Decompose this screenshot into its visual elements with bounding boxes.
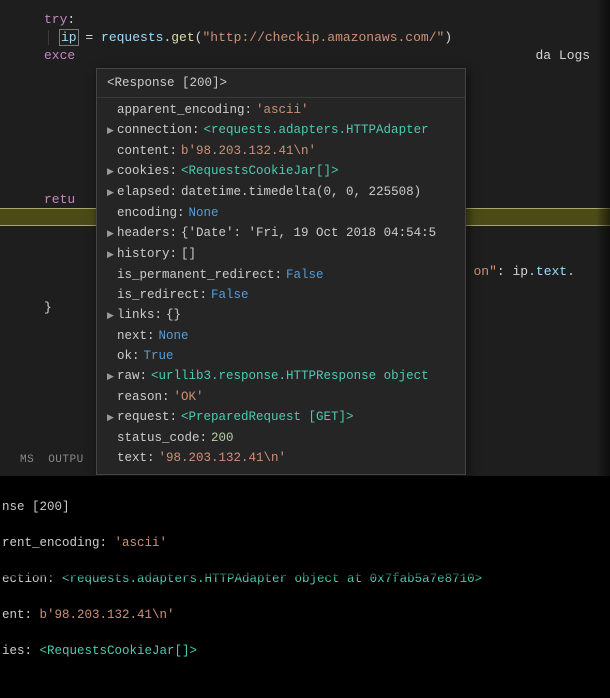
string-url: "http://checkip.amazonaws.com/" bbox=[202, 30, 444, 45]
property-value: False bbox=[211, 285, 249, 305]
text-fragment: .text. bbox=[528, 264, 575, 279]
console-line: ent: b'98.203.132.41\n' bbox=[2, 606, 610, 624]
property-value: True bbox=[144, 346, 174, 366]
hover-property-row: text: '98.203.132.41\n' bbox=[97, 448, 465, 468]
property-value: b'98.203.132.41\n' bbox=[181, 141, 316, 161]
property-name: history bbox=[117, 244, 170, 264]
console-line: nse [200] bbox=[2, 498, 610, 516]
debug-hover-tooltip[interactable]: <Response [200]> apparent_encoding: 'asc… bbox=[96, 68, 466, 475]
panel-tabs[interactable]: MS OUTPU bbox=[20, 454, 98, 466]
hover-header: <Response [200]> bbox=[97, 69, 465, 98]
expand-twisty-icon[interactable]: ▶ bbox=[107, 367, 117, 387]
hover-property-row[interactable]: ▶links: {} bbox=[97, 305, 465, 326]
property-name: links bbox=[117, 305, 155, 325]
property-value: False bbox=[286, 265, 324, 285]
code-line[interactable]: ip = requests.get("http://checkip.amazon… bbox=[0, 28, 610, 46]
brace-close: } bbox=[44, 300, 52, 315]
console-line: ection: <requests.adapters.HTTPAdapter o… bbox=[2, 570, 610, 588]
expand-twisty-icon[interactable]: ▶ bbox=[107, 162, 117, 182]
hover-property-row: reason: 'OK' bbox=[97, 387, 465, 407]
debug-console[interactable]: nse [200] rent_encoding: 'ascii' ection:… bbox=[0, 476, 610, 698]
hover-property-row[interactable]: ▶headers: {'Date': 'Fri, 19 Oct 2018 04:… bbox=[97, 223, 465, 244]
property-name: headers bbox=[117, 223, 170, 243]
property-value: {'Date': 'Fri, 19 Oct 2018 04:54:5 bbox=[181, 223, 436, 243]
string-fragment: on" bbox=[473, 264, 496, 279]
property-name: cookies bbox=[117, 161, 170, 181]
code-line[interactable]: excexxxxxxxxxxxxxxxxxxxxxxxxxxxxxxxxxxxx… bbox=[0, 46, 610, 64]
property-value: [] bbox=[181, 244, 196, 264]
property-name: next bbox=[117, 326, 147, 346]
hover-property-row: content: b'98.203.132.41\n' bbox=[97, 141, 465, 161]
hover-property-row: encoding: None bbox=[97, 203, 465, 223]
property-value: <PreparedRequest [GET]> bbox=[181, 407, 354, 427]
property-value: <RequestsCookieJar[]> bbox=[181, 161, 339, 181]
property-name: raw bbox=[117, 366, 140, 386]
property-value: <urllib3.response.HTTPResponse object bbox=[151, 366, 429, 386]
property-name: request bbox=[117, 407, 170, 427]
text-fragment: : ip bbox=[497, 264, 528, 279]
console-line: rent_encoding: 'ascii' bbox=[2, 534, 610, 552]
property-name: ok bbox=[117, 346, 132, 366]
property-name: reason bbox=[117, 387, 162, 407]
property-name: status_code bbox=[117, 428, 200, 448]
expand-twisty-icon[interactable]: ▶ bbox=[107, 121, 117, 141]
property-name: is_redirect bbox=[117, 285, 200, 305]
property-name: text bbox=[117, 448, 147, 468]
hover-body[interactable]: apparent_encoding: 'ascii'▶connection: <… bbox=[97, 98, 465, 474]
panel-tab[interactable]: OUTPU bbox=[48, 454, 84, 466]
expand-twisty-icon[interactable]: ▶ bbox=[107, 408, 117, 428]
property-name: apparent_encoding bbox=[117, 100, 245, 120]
hover-property-row: status_code: 200 bbox=[97, 428, 465, 448]
hover-property-row[interactable]: ▶raw: <urllib3.response.HTTPResponse obj… bbox=[97, 366, 465, 387]
hover-property-row[interactable]: ▶elapsed: datetime.timedelta(0, 0, 22550… bbox=[97, 182, 465, 203]
expand-twisty-icon[interactable]: ▶ bbox=[107, 183, 117, 203]
hover-property-row[interactable]: ▶cookies: <RequestsCookieJar[]> bbox=[97, 161, 465, 182]
hover-property-row: ok: True bbox=[97, 346, 465, 366]
property-name: elapsed bbox=[117, 182, 170, 202]
hover-property-row: is_redirect: False bbox=[97, 285, 465, 305]
keyword-try: try bbox=[44, 12, 67, 27]
fn-get: get bbox=[171, 30, 194, 45]
variable-ip[interactable]: ip bbox=[60, 30, 78, 45]
property-name: connection bbox=[117, 120, 192, 140]
property-value: {} bbox=[166, 305, 181, 325]
hover-property-row[interactable]: ▶history: [] bbox=[97, 244, 465, 265]
property-value: None bbox=[189, 203, 219, 223]
hover-property-row: next: None bbox=[97, 326, 465, 346]
expand-twisty-icon[interactable]: ▶ bbox=[107, 306, 117, 326]
property-value: 200 bbox=[211, 428, 234, 448]
panel-tab[interactable]: MS bbox=[20, 454, 34, 466]
hover-property-row: is_permanent_redirect: False bbox=[97, 265, 465, 285]
expand-twisty-icon[interactable]: ▶ bbox=[107, 224, 117, 244]
hover-property-row[interactable]: ▶connection: <requests.adapters.HTTPAdap… bbox=[97, 120, 465, 141]
property-value: None bbox=[159, 326, 189, 346]
keyword-return: retu bbox=[44, 192, 75, 207]
property-name: encoding bbox=[117, 203, 177, 223]
console-line: ies: <RequestsCookieJar[]> bbox=[2, 642, 610, 660]
expand-twisty-icon[interactable]: ▶ bbox=[107, 245, 117, 265]
hover-property-row: apparent_encoding: 'ascii' bbox=[97, 100, 465, 120]
module-requests: requests bbox=[101, 30, 163, 45]
property-name: is_permanent_redirect bbox=[117, 265, 275, 285]
property-name: content bbox=[117, 141, 170, 161]
operator-eq: = bbox=[78, 30, 101, 45]
keyword-except: exce bbox=[44, 48, 75, 63]
property-value: <requests.adapters.HTTPAdapter bbox=[204, 120, 429, 140]
text-fragment: da Logs bbox=[536, 48, 591, 63]
property-value: datetime.timedelta(0, 0, 225508) bbox=[181, 182, 421, 202]
hover-property-row[interactable]: ▶request: <PreparedRequest [GET]> bbox=[97, 407, 465, 428]
code-line[interactable]: try: bbox=[0, 10, 610, 28]
property-value: 'OK' bbox=[174, 387, 204, 407]
property-value: 'ascii' bbox=[256, 100, 309, 120]
property-value: '98.203.132.41\n' bbox=[159, 448, 287, 468]
